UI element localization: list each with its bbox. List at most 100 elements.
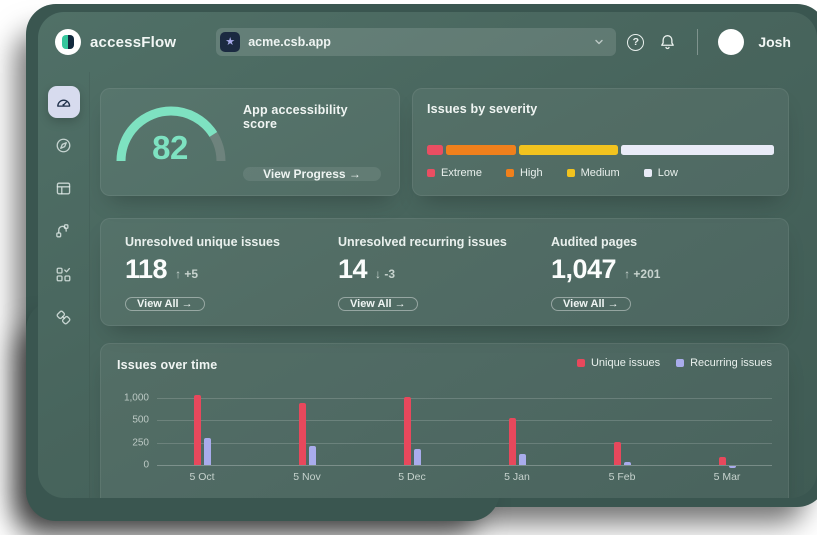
stat-value: 118 bbox=[125, 254, 167, 285]
topbar-right: ? Josh bbox=[627, 29, 791, 55]
project-selector-dropdown[interactable]: ★ acme.csb.app bbox=[216, 28, 616, 56]
y-tick-label: 0 bbox=[143, 460, 149, 471]
x-tick-label: 5 Mar bbox=[695, 471, 759, 483]
x-tick-label: 5 Jan bbox=[485, 471, 549, 483]
chart-bar-recurring bbox=[729, 466, 736, 468]
stat-label: Unresolved unique issues bbox=[125, 235, 280, 249]
project-name: acme.csb.app bbox=[248, 35, 331, 49]
chart-bar-recurring bbox=[204, 438, 211, 465]
legend-swatch bbox=[577, 359, 585, 367]
legend-swatch bbox=[427, 169, 435, 177]
stat-label: Audited pages bbox=[551, 235, 637, 249]
x-tick-label: 5 Dec bbox=[380, 471, 444, 483]
severity-card-title: Issues by severity bbox=[427, 102, 774, 116]
bell-icon bbox=[658, 33, 677, 52]
issues-by-severity-card: Issues by severity Extreme High Medium Low bbox=[412, 88, 789, 196]
avatar[interactable] bbox=[718, 29, 744, 55]
sidebar bbox=[38, 72, 90, 498]
gridline-500 bbox=[157, 420, 772, 421]
gridline-0 bbox=[157, 465, 772, 466]
chart-plot: 5 Oct5 Nov5 Dec5 Jan5 Feb5 Mar bbox=[157, 389, 772, 489]
y-tick-label: 500 bbox=[132, 415, 149, 426]
chart-bar-recurring bbox=[414, 449, 421, 465]
chart-bar-unique bbox=[299, 403, 306, 465]
legend-swatch bbox=[644, 169, 652, 177]
score-gauge: 82 bbox=[115, 103, 227, 179]
severity-legend-item: Medium bbox=[567, 167, 620, 179]
sidebar-item-audits[interactable] bbox=[48, 258, 80, 290]
legend-label: High bbox=[520, 167, 543, 179]
stat-value: 14 bbox=[338, 254, 367, 285]
accessflow-logo-icon bbox=[55, 29, 81, 55]
stat-column: Audited pages 1,047 ↑ +201 View All → bbox=[551, 235, 764, 309]
sidebar-item-dashboard[interactable] bbox=[48, 86, 80, 118]
help-button[interactable]: ? bbox=[627, 34, 644, 51]
main-content: 82 App accessibility score View Progress… bbox=[90, 72, 817, 498]
severity-segment-medium bbox=[519, 145, 617, 155]
checklist-icon bbox=[54, 265, 73, 284]
severity-segment-low bbox=[621, 145, 774, 155]
notifications-button[interactable] bbox=[658, 33, 677, 52]
chart-bar-recurring bbox=[309, 446, 316, 465]
sidebar-item-integrations[interactable] bbox=[48, 301, 80, 333]
sidebar-item-explore[interactable] bbox=[48, 129, 80, 161]
severity-stacked-bar bbox=[427, 145, 774, 155]
chart-legend: Unique issues Recurring issues bbox=[577, 357, 772, 369]
chart-y-axis: 0 250 500 1,000 bbox=[117, 389, 157, 489]
legend-label: Unique issues bbox=[591, 357, 660, 369]
view-all-button[interactable]: View All → bbox=[125, 297, 205, 311]
severity-legend-item: Low bbox=[644, 167, 678, 179]
legend-swatch bbox=[567, 169, 575, 177]
stat-delta: ↑ +5 bbox=[175, 267, 198, 281]
stat-value: 1,047 bbox=[551, 254, 616, 285]
sidebar-item-flows[interactable] bbox=[48, 215, 80, 247]
sidebar-item-pages[interactable] bbox=[48, 172, 80, 204]
stats-card: Unresolved unique issues 118 ↑ +5 View All … bbox=[100, 218, 789, 326]
topbar: accessFlow ★ acme.csb.app ? bbox=[38, 12, 817, 72]
legend-swatch bbox=[676, 359, 684, 367]
layout-icon bbox=[54, 179, 73, 198]
stat-label: Unresolved recurring issues bbox=[338, 235, 507, 249]
flow-icon bbox=[54, 222, 73, 241]
gridline-250 bbox=[157, 443, 772, 444]
score-card-title: App accessibility score bbox=[243, 103, 381, 131]
view-progress-button[interactable]: View Progress → bbox=[243, 167, 381, 181]
accessibility-score-card: 82 App accessibility score View Progress… bbox=[100, 88, 400, 196]
arrow-right-icon: → bbox=[349, 167, 361, 181]
legend-label: Recurring issues bbox=[690, 357, 772, 369]
app-window: accessFlow ★ acme.csb.app ? bbox=[38, 12, 817, 498]
stat-column: Unresolved unique issues 118 ↑ +5 View All … bbox=[125, 235, 338, 309]
stat-value-row: 118 ↑ +5 bbox=[125, 254, 198, 285]
stat-column: Unresolved recurring issues 14↓ -3 View Al… bbox=[338, 235, 551, 309]
legend-label: Extreme bbox=[441, 167, 482, 179]
chart-bar-unique bbox=[404, 397, 411, 465]
chart-bar-unique bbox=[194, 395, 201, 465]
legend-label: Low bbox=[658, 167, 678, 179]
gridline-1000 bbox=[157, 398, 772, 399]
legend-swatch bbox=[506, 169, 514, 177]
help-icon: ? bbox=[627, 34, 644, 51]
stat-value-row: 1,047 ↑ +201 bbox=[551, 254, 660, 285]
project-star-icon: ★ bbox=[220, 32, 240, 52]
severity-legend: Extreme High Medium Low bbox=[427, 167, 774, 179]
view-all-button[interactable]: View All → bbox=[551, 297, 631, 311]
chart-legend-item: Recurring issues bbox=[676, 357, 772, 369]
severity-legend-item: High bbox=[506, 167, 543, 179]
chart-bar-recurring bbox=[624, 462, 631, 465]
brand-name: accessFlow bbox=[90, 34, 176, 51]
y-tick-label: 250 bbox=[132, 437, 149, 448]
x-tick-label: 5 Oct bbox=[170, 471, 234, 483]
chart-bar-unique bbox=[614, 442, 621, 465]
y-tick-label: 1,000 bbox=[124, 392, 149, 403]
plug-icon bbox=[54, 308, 73, 327]
gauge-icon bbox=[54, 93, 73, 112]
chevron-down-icon bbox=[592, 35, 606, 49]
stat-delta: ↑ +201 bbox=[624, 267, 660, 281]
chart-legend-item: Unique issues bbox=[577, 357, 660, 369]
stat-value-row: 14↓ -3 bbox=[338, 254, 395, 285]
view-all-button[interactable]: View All → bbox=[338, 297, 418, 311]
chart-bar-unique bbox=[719, 457, 726, 465]
topbar-divider bbox=[697, 29, 698, 55]
x-tick-label: 5 Feb bbox=[590, 471, 654, 483]
severity-legend-item: Extreme bbox=[427, 167, 482, 179]
